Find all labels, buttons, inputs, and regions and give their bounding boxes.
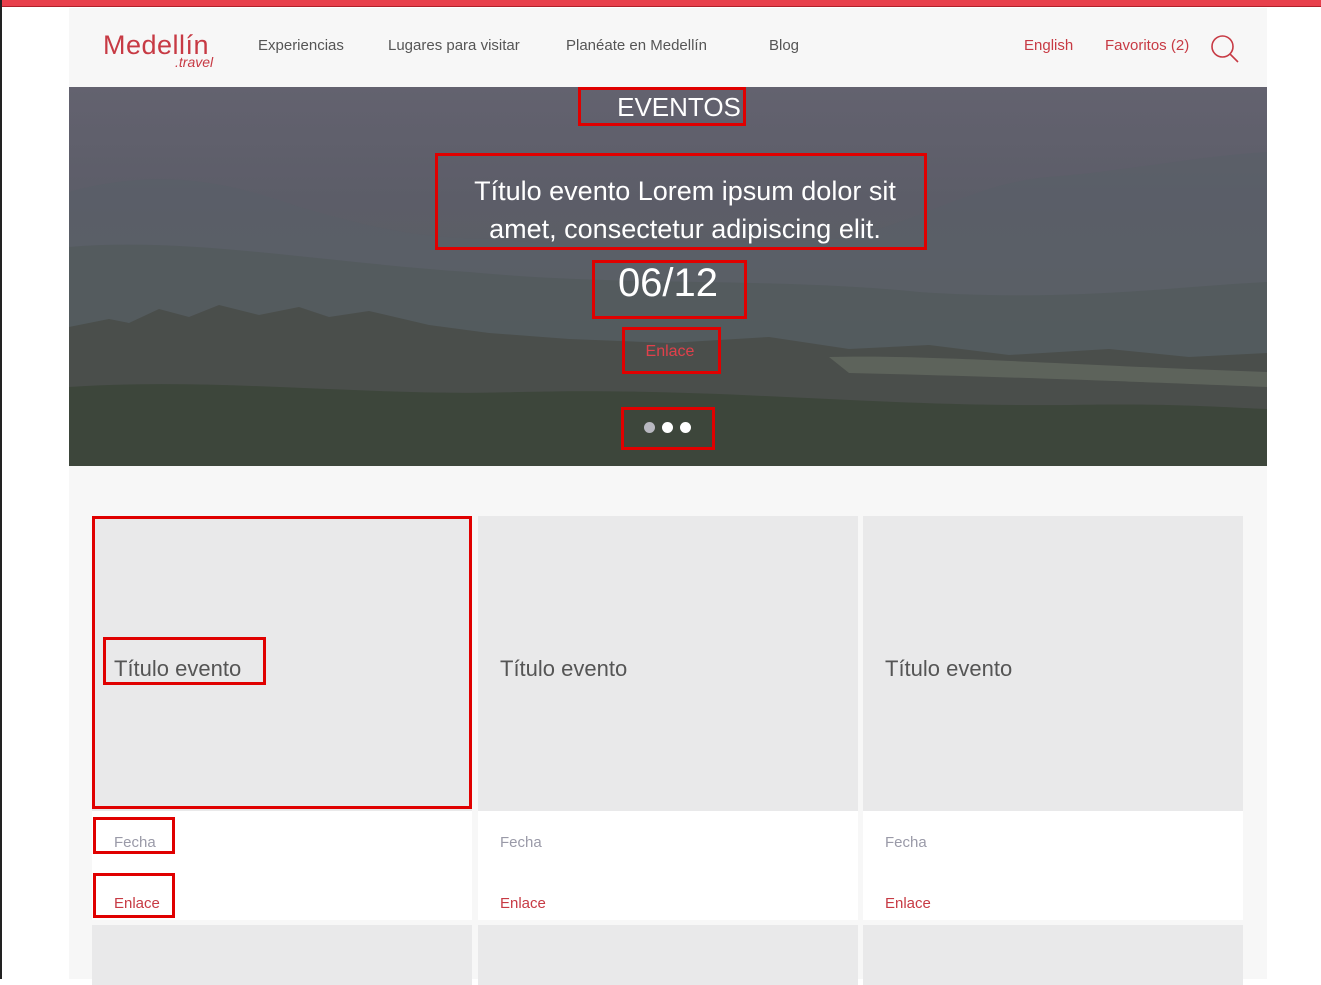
- nav-experiencias[interactable]: Experiencias: [258, 37, 344, 54]
- event-card-link[interactable]: Enlace: [885, 895, 931, 912]
- page: Medellín .travel Experiencias Lugares pa…: [69, 8, 1267, 985]
- annotation-box: [621, 407, 715, 450]
- event-card-date: Fecha: [885, 834, 927, 851]
- site-logo[interactable]: Medellín .travel: [103, 30, 213, 70]
- annotation-box: [93, 873, 175, 918]
- logo-sub-text: .travel: [175, 54, 214, 70]
- annotation-box: [103, 637, 266, 685]
- event-card-link[interactable]: Enlace: [500, 895, 546, 912]
- event-card-title: Título evento: [885, 656, 1013, 681]
- event-card-title: Título evento: [500, 656, 628, 681]
- nav-blog[interactable]: Blog: [769, 37, 799, 54]
- annotation-box: [578, 87, 746, 126]
- search-icon[interactable]: [1210, 34, 1240, 64]
- annotation-box: [592, 260, 747, 319]
- annotation-box: [435, 153, 927, 250]
- nav-lugares-para-visitar[interactable]: Lugares para visitar: [388, 37, 520, 54]
- event-card-next-row[interactable]: [92, 925, 472, 985]
- window-left-border: [0, 0, 2, 979]
- window-top-border: [0, 0, 1321, 7]
- nav-planeate-en-medellin[interactable]: Planéate en Medellín: [566, 37, 707, 54]
- language-link[interactable]: English: [1024, 37, 1073, 54]
- favorites-link[interactable]: Favoritos (2): [1105, 37, 1189, 54]
- event-card-next-row[interactable]: [478, 925, 858, 985]
- event-card-next-row[interactable]: [863, 925, 1243, 985]
- event-card-2[interactable]: Título evento Fecha Enlace: [478, 516, 858, 920]
- hero-banner: EVENTOS Título evento Lorem ipsum dolor …: [69, 87, 1267, 466]
- event-card-date: Fecha: [500, 834, 542, 851]
- annotation-box: [622, 327, 721, 374]
- event-card-3[interactable]: Título evento Fecha Enlace: [863, 516, 1243, 920]
- annotation-box: [93, 817, 175, 854]
- site-header: Medellín .travel Experiencias Lugares pa…: [69, 8, 1267, 87]
